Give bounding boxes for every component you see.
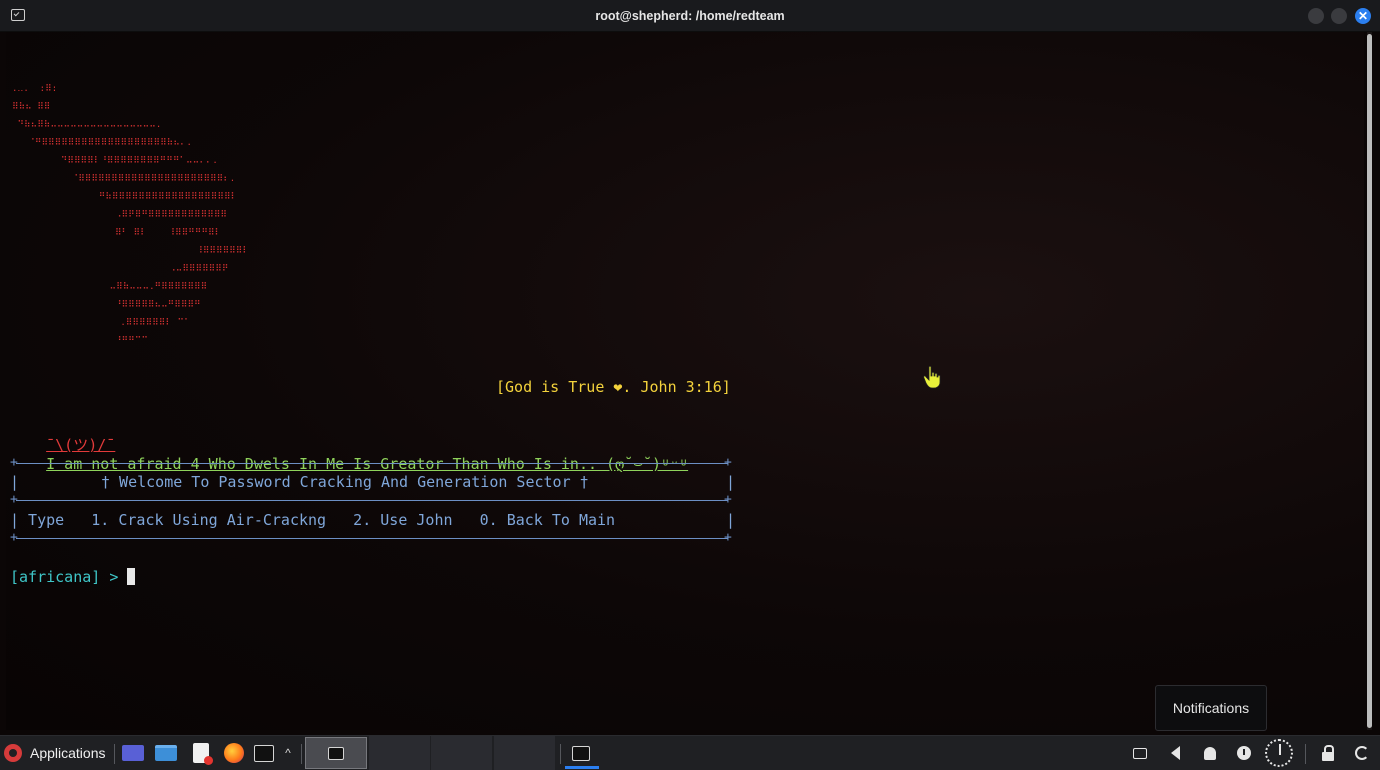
logout-button[interactable] (1347, 736, 1377, 770)
workspace-2[interactable] (369, 736, 431, 770)
bell-icon (1204, 746, 1216, 760)
box-right-border: | (726, 511, 736, 529)
ascii-art-banner: .‥. :⠿: ⠿⠷⠦ ⠿⠿ ⠙⠷⠦⠿⠷⠤⠤⠤⠤⠤⠤⠤⠤⠤⠤⠤⠤⠤⠤⠤⠤. ⠈⠛… (12, 84, 249, 346)
text-editor-button[interactable] (188, 736, 214, 770)
volume-button[interactable] (1160, 736, 1190, 770)
workspace-1[interactable] (305, 737, 367, 769)
desktop-icon (122, 745, 144, 761)
close-button[interactable]: ✕ (1355, 8, 1371, 24)
shrug-text: ¯\(ツ)/¯ (46, 436, 116, 454)
terminal-icon (572, 745, 590, 761)
workspace-4[interactable] (494, 736, 556, 770)
separator (301, 744, 302, 764)
box-right-border: | (726, 473, 736, 491)
hand-pointer-icon (923, 365, 941, 389)
menu-box: + + | † Welcome To Password Cracking And… (10, 455, 736, 545)
box-left-border: | (10, 473, 20, 491)
firefox-button[interactable] (221, 736, 247, 770)
notifications-button[interactable] (1195, 736, 1225, 770)
chevron-up-icon: ^ (285, 746, 291, 760)
box-divider (16, 500, 728, 501)
terminal-window-icon (11, 9, 25, 21)
box-title: † Welcome To Password Cracking And Gener… (101, 473, 589, 491)
scrollbar-thumb[interactable] (1367, 34, 1372, 728)
box-top-border (16, 463, 728, 464)
taskbar: Applications ^ (0, 735, 1380, 770)
clock-button[interactable] (1264, 736, 1294, 770)
lock-icon (1322, 744, 1334, 761)
verse-line: [God is True ❤. John 3:16] (496, 378, 731, 396)
applications-menu-button[interactable]: Applications (0, 736, 110, 770)
lock-screen-button[interactable] (1313, 736, 1343, 770)
power-icon (1237, 746, 1251, 760)
notifications-tooltip: Notifications (1155, 685, 1267, 731)
keyboard-layout-button[interactable] (1125, 736, 1155, 770)
launcher-expand-button[interactable]: ^ (280, 736, 296, 770)
box-bottom-border (16, 538, 728, 539)
clock-icon (1265, 739, 1293, 767)
window-titlebar[interactable]: root@shepherd: /home/redteam ✕ (0, 0, 1380, 32)
keyboard-icon (1133, 747, 1147, 759)
text-editor-icon (193, 743, 213, 765)
terminal-icon (328, 746, 344, 760)
terminal-scrollbar[interactable] (1367, 32, 1372, 730)
show-desktop-button[interactable] (120, 736, 146, 770)
terminal-launcher-button[interactable] (251, 736, 277, 770)
window-title: root@shepherd: /home/redteam (595, 8, 785, 23)
separator (114, 744, 115, 764)
close-icon: ✕ (1357, 9, 1369, 23)
text-cursor[interactable] (127, 568, 135, 585)
box-options: | Type 1. Crack Using Air-Crackng 2. Use… (10, 511, 616, 529)
applications-label: Applications (30, 745, 106, 761)
firefox-icon (224, 743, 244, 763)
power-manager-button[interactable] (1229, 736, 1259, 770)
kali-logo-icon (4, 744, 22, 762)
file-manager-icon (155, 745, 177, 761)
shell-prompt: [africana] > (10, 568, 119, 586)
taskbar-terminal-window[interactable] (562, 736, 600, 770)
volume-icon (1170, 746, 1180, 760)
workspace-3[interactable] (431, 736, 493, 770)
minimize-button[interactable] (1308, 8, 1324, 24)
terminal-icon (254, 744, 274, 762)
separator (1305, 744, 1306, 764)
logout-icon (1355, 746, 1369, 760)
file-manager-button[interactable] (153, 736, 179, 770)
maximize-button[interactable] (1331, 8, 1347, 24)
terminal-area[interactable]: .‥. :⠿: ⠿⠷⠦ ⠿⠿ ⠙⠷⠦⠿⠷⠤⠤⠤⠤⠤⠤⠤⠤⠤⠤⠤⠤⠤⠤⠤⠤. ⠈⠛… (6, 32, 1364, 730)
separator (560, 744, 561, 764)
